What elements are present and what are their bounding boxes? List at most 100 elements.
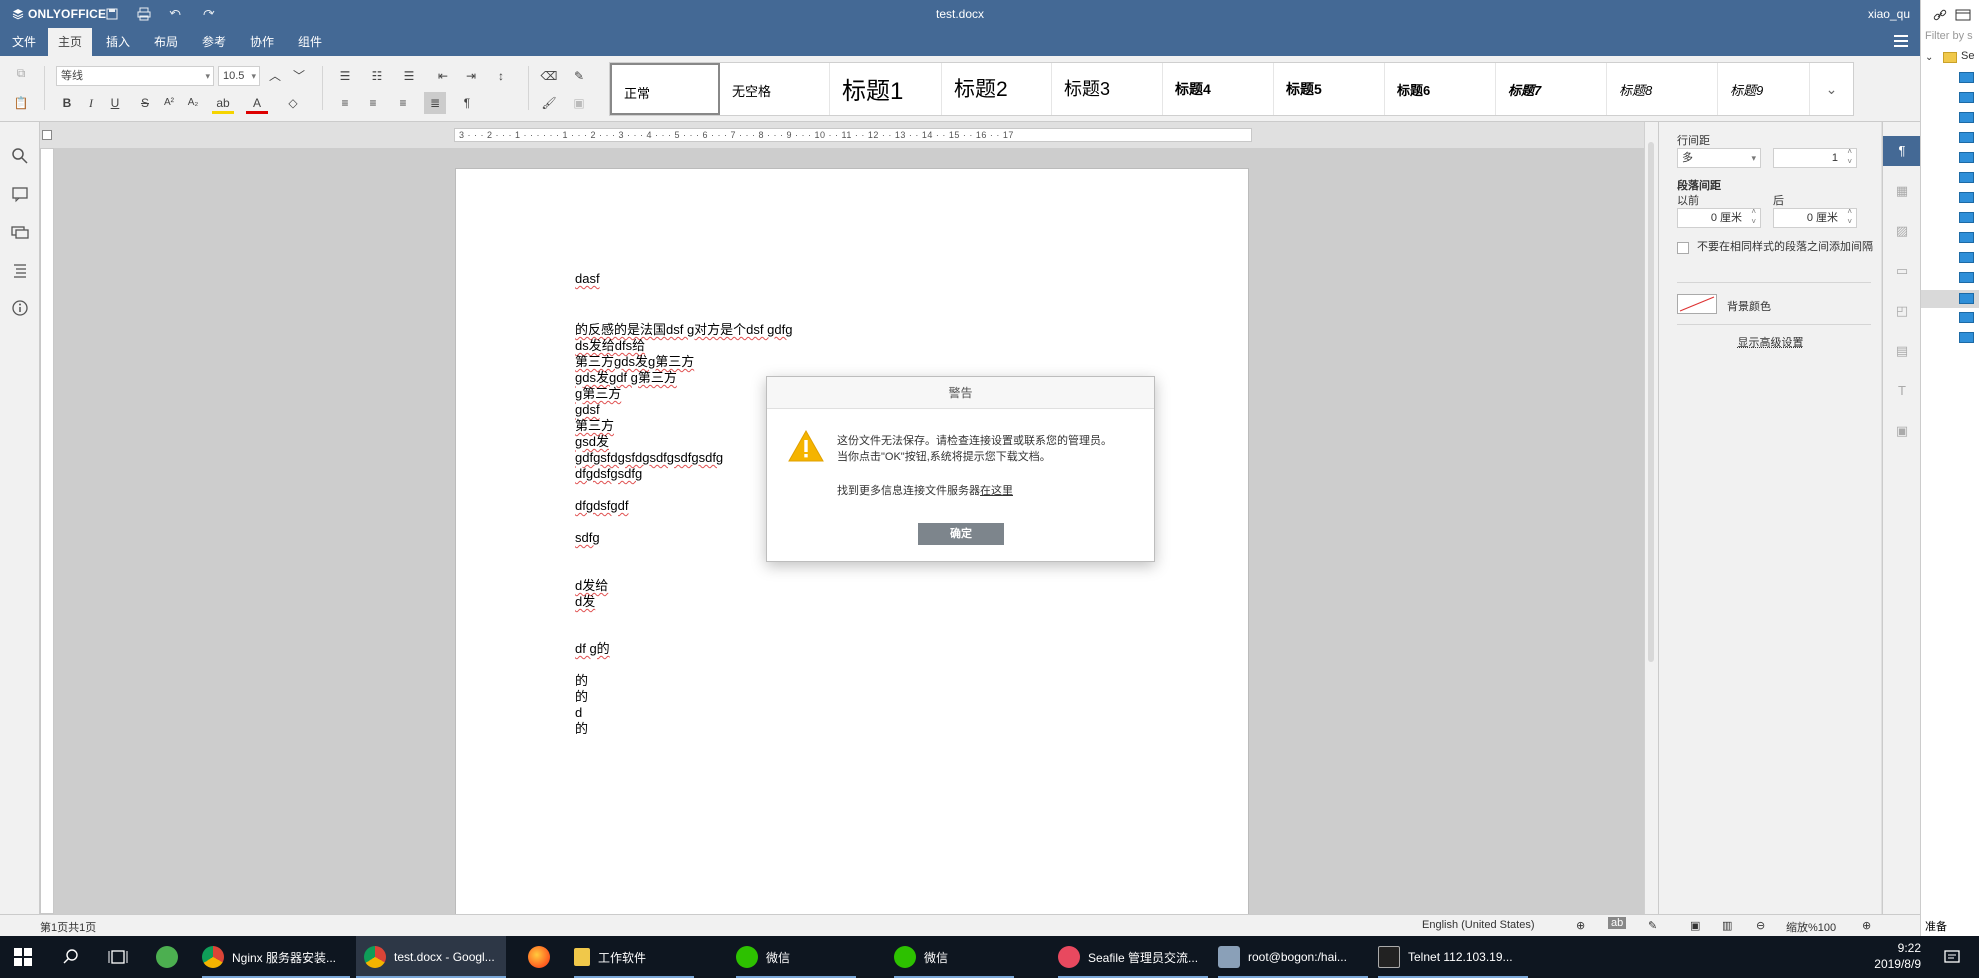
style-heading-9[interactable]: 标题9 <box>1718 63 1810 115</box>
vertical-scrollbar[interactable] <box>1644 122 1658 914</box>
paste-icon[interactable]: 📋 <box>10 92 32 114</box>
line-spacing-icon[interactable]: ↕ <box>490 65 512 87</box>
info-icon[interactable] <box>10 298 30 318</box>
menu-icon[interactable] <box>1894 35 1908 47</box>
increase-font-icon[interactable]: ︿ <box>264 65 286 87</box>
paragraph[interactable]: dasf <box>575 271 600 287</box>
track-changes-icon[interactable]: ✎ <box>1648 919 1657 932</box>
paragraph[interactable]: gds发gdf g第三方 <box>575 370 677 386</box>
paragraph[interactable]: gdfgsfdgsfdgsdfgsdfgsdfg <box>575 450 723 466</box>
paragraph[interactable]: 的反感的是法国dsf g对方是个dsf gdfg <box>575 322 792 338</box>
paragraph[interactable]: dfgdsfgsdfg <box>575 466 642 482</box>
no-space-checkbox[interactable] <box>1677 242 1689 254</box>
clear-style-icon[interactable]: ⌫ <box>538 65 560 87</box>
image-settings-icon[interactable]: ▨ <box>1883 216 1921 246</box>
decrease-indent-icon[interactable]: ⇤ <box>432 65 454 87</box>
style-heading-5[interactable]: 标题5 <box>1274 63 1385 115</box>
style-normal[interactable]: 正常 <box>610 63 720 115</box>
copy-icon[interactable]: ⧉ <box>10 62 32 84</box>
folder-view-icon[interactable] <box>1955 8 1971 22</box>
search-icon[interactable] <box>62 948 80 966</box>
multilevel-list-icon[interactable]: ☰ <box>398 65 420 87</box>
background-color-picker[interactable] <box>1677 294 1717 314</box>
paragraph[interactable]: d <box>575 705 582 721</box>
text-art-icon[interactable]: T <box>1883 376 1921 406</box>
app-360-icon[interactable] <box>156 936 178 978</box>
paragraph[interactable]: gsd发 <box>575 434 609 450</box>
font-size-select[interactable]: 10.5 ▾ <box>218 66 260 86</box>
paragraph[interactable]: gdsf <box>575 402 600 418</box>
line-spacing-value-input[interactable]: 1 ˄ ˅ <box>1773 147 1857 168</box>
bold-button[interactable]: B <box>56 92 78 114</box>
align-center-icon[interactable]: ≡ <box>362 92 384 114</box>
taskbar-item-work-software[interactable]: 工作软件 <box>574 936 694 978</box>
tab-layout[interactable]: 布局 <box>144 28 188 56</box>
notification-icon[interactable] <box>1943 948 1961 966</box>
paragraph[interactable]: d发 <box>575 594 595 610</box>
highlight-color-icon[interactable]: ab <box>212 92 234 114</box>
scrollbar-thumb[interactable] <box>1648 142 1654 662</box>
paragraph[interactable]: d发给 <box>575 578 608 594</box>
style-heading-3[interactable]: 标题3 <box>1052 63 1163 115</box>
font-name-select[interactable]: 等线 ▾ <box>56 66 214 86</box>
zoom-level[interactable]: 缩放%100 <box>1786 919 1836 935</box>
subscript-button[interactable]: A₂ <box>182 92 204 114</box>
style-no-spacing[interactable]: 无空格 <box>720 63 830 115</box>
paragraph-marks-icon[interactable]: ¶ <box>456 92 478 114</box>
paragraph[interactable]: 第三方 <box>575 418 614 434</box>
zoom-out-icon[interactable]: ⊖ <box>1756 919 1765 932</box>
filter-input[interactable]: Filter by s <box>1925 30 1979 46</box>
system-clock[interactable]: 9:22 2019/8/9 <box>1874 940 1921 972</box>
tree-root-label[interactable]: Se <box>1961 50 1974 62</box>
taskbar-item-test-docx[interactable]: test.docx - Googl... <box>356 936 506 978</box>
font-color-icon[interactable]: A <box>246 92 268 114</box>
taskbar-item-telnet[interactable]: Telnet 112.103.19... <box>1378 936 1528 978</box>
copy-style-icon[interactable]: ✎ <box>568 65 590 87</box>
taskbar-item-wechat-1[interactable]: 微信 <box>736 936 856 978</box>
computer-icon[interactable] <box>1959 332 1979 346</box>
strikethrough-button[interactable]: S <box>134 92 156 114</box>
bullet-list-icon[interactable]: ☰ <box>334 65 356 87</box>
tab-insert[interactable]: 插入 <box>96 28 140 56</box>
computer-icon[interactable] <box>1959 152 1979 166</box>
spacing-after-input[interactable]: 0 厘米 ˄ ˅ <box>1773 207 1857 228</box>
underline-button[interactable]: U <box>104 92 126 114</box>
style-heading-4[interactable]: 标题4 <box>1163 63 1274 115</box>
computer-icon[interactable] <box>1959 232 1979 246</box>
paragraph[interactable]: df g的 <box>575 641 610 657</box>
style-heading-8[interactable]: 标题8 <box>1607 63 1718 115</box>
tab-plugins[interactable]: 组件 <box>288 28 332 56</box>
style-heading-1[interactable]: 标题1 <box>830 63 942 115</box>
tab-home[interactable]: 主页 <box>48 28 93 56</box>
user-name[interactable]: xiao_qu <box>1868 7 1910 21</box>
increase-indent-icon[interactable]: ⇥ <box>460 65 482 87</box>
chart-settings-icon[interactable]: ▤ <box>1883 336 1921 366</box>
paragraph[interactable]: 的 <box>575 673 588 689</box>
page-info[interactable]: 第1页共1页 <box>40 919 96 935</box>
format-painter-icon[interactable]: 🖌 <box>538 92 560 114</box>
taskbar-item-root-bogon[interactable]: root@bogon:/hai... <box>1218 936 1368 978</box>
comment-icon[interactable] <box>10 184 30 204</box>
computer-icon[interactable] <box>1959 192 1979 206</box>
style-heading-2[interactable]: 标题2 <box>942 63 1052 115</box>
computer-icon[interactable] <box>1959 132 1979 146</box>
task-view-icon[interactable] <box>108 948 128 966</box>
globe-icon[interactable]: ⊕ <box>1576 919 1585 932</box>
paragraph[interactable]: g第三方 <box>575 386 621 402</box>
computer-icon[interactable] <box>1959 112 1979 126</box>
computer-icon[interactable] <box>1959 272 1979 286</box>
navigation-icon[interactable] <box>10 260 30 280</box>
table-settings-icon[interactable]: ▦ <box>1883 176 1921 206</box>
link-icon[interactable] <box>1933 8 1947 22</box>
windows-start-icon[interactable] <box>14 948 32 966</box>
horizontal-ruler[interactable]: 3 · · · 2 · · · 1 · · · · · · 1 · · · 2 … <box>40 122 1654 148</box>
paragraph[interactable]: ds发给dfs给 <box>575 338 645 354</box>
paragraph[interactable]: 的 <box>575 721 588 737</box>
fit-width-icon[interactable]: ▥ <box>1722 919 1732 932</box>
style-heading-7[interactable]: 标题7 <box>1496 63 1607 115</box>
language-select[interactable]: English (United States) <box>1422 919 1535 931</box>
paragraph[interactable]: sdfg <box>575 530 600 546</box>
tab-file[interactable]: 文件 <box>2 28 46 56</box>
zoom-in-icon[interactable]: ⊕ <box>1862 919 1871 932</box>
align-left-icon[interactable]: ≡ <box>334 92 356 114</box>
